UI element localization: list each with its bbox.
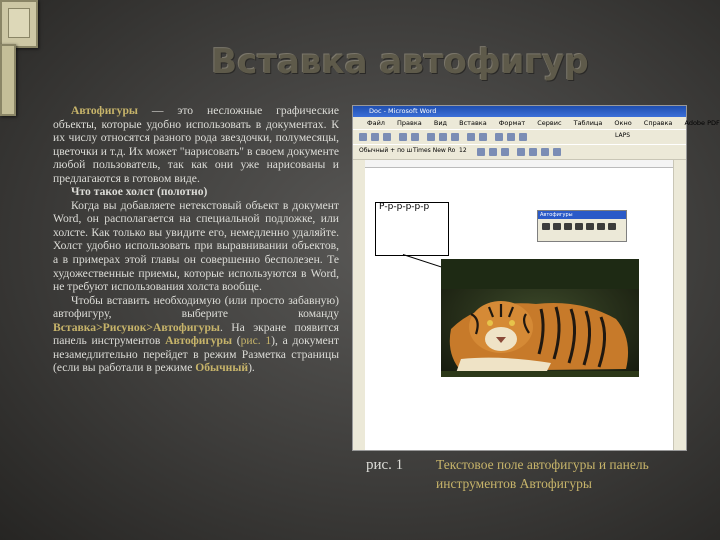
menu-item-adobe-pdf[interactable]: Adobe PDF	[685, 119, 720, 127]
basic-shapes-icon[interactable]	[564, 223, 572, 230]
cut-icon[interactable]	[427, 133, 435, 141]
preview-icon[interactable]	[411, 133, 419, 141]
paragraph-2-heading: Что такое холст (полотно)	[71, 185, 208, 199]
paragraph-4: Чтобы вставить необходимую (или просто з…	[53, 294, 339, 375]
bold-icon[interactable]	[477, 148, 485, 156]
connectors-icon[interactable]	[553, 223, 561, 230]
body-text: Автофигуры — это несложные графические о…	[53, 104, 339, 375]
slide-title: Вставка автофигур	[211, 42, 589, 82]
paste-icon[interactable]	[451, 133, 459, 141]
vertical-ruler[interactable]	[353, 160, 365, 450]
decorative-tab-inner	[8, 8, 30, 38]
redo-icon[interactable]	[479, 133, 487, 141]
italic-icon[interactable]	[489, 148, 497, 156]
stars-icon[interactable]	[597, 223, 605, 230]
decorative-tab-top	[0, 0, 38, 48]
toolbar-name: Автофигуры	[165, 334, 233, 348]
menu-item-insert[interactable]: Вставка	[459, 119, 487, 127]
undo-icon[interactable]	[467, 133, 475, 141]
standard-toolbar: LAPS	[353, 129, 686, 145]
open-icon[interactable]	[371, 133, 379, 141]
table-icon[interactable]	[495, 133, 503, 141]
window-title: Doc - Microsoft Word	[353, 106, 686, 117]
style-box[interactable]: Обычный + по ш	[359, 147, 412, 154]
menu-item-table[interactable]: Таблица	[574, 119, 603, 127]
block-arrows-icon[interactable]	[575, 223, 583, 230]
word-screenshot-figure: Doc - Microsoft Word Файл Правка Вид Вст…	[352, 105, 720, 451]
font-box[interactable]: Times New Ro	[413, 147, 455, 154]
autoshapes-palette[interactable]: Автофигуры	[537, 210, 627, 242]
save-icon[interactable]	[383, 133, 391, 141]
copy-icon[interactable]	[439, 133, 447, 141]
figure-caption-label: рис. 1	[366, 457, 404, 473]
decorative-tab-side	[0, 44, 16, 116]
size-box[interactable]: 12	[459, 147, 467, 154]
paragraph-3: Когда вы добавляете нетекстовый объект в…	[53, 198, 339, 294]
menu-item-format[interactable]: Формат	[499, 119, 525, 127]
menu-path: Вставка>Рисунок>Автофигуры	[53, 320, 220, 334]
menu-bar: Файл Правка Вид Вставка Формат Сервис Та…	[353, 117, 720, 129]
menu-item-edit[interactable]: Правка	[397, 119, 422, 127]
menu-item-view[interactable]: Вид	[434, 119, 447, 127]
palette-title: Автофигуры	[538, 211, 626, 219]
paragraph-4-text-5: ).	[248, 361, 255, 375]
paragraph-1: Автофигуры — это несложные графические о…	[53, 104, 339, 185]
horizontal-ruler[interactable]	[365, 160, 674, 168]
callouts-icon[interactable]	[608, 223, 616, 230]
paragraph-4-text-1: Чтобы вставить необходимую (или просто з…	[53, 293, 339, 321]
menu-item-window[interactable]: Окно	[614, 119, 631, 127]
menu-item-file[interactable]: Файл	[367, 119, 385, 127]
menu-item-tools[interactable]: Сервис	[537, 119, 561, 127]
align-center-icon[interactable]	[529, 148, 537, 156]
document-text: Р-р-р-р-р-р	[379, 202, 430, 212]
paragraph-4-text-3: (	[232, 334, 241, 348]
term-autoshapes: Автофигуры	[71, 104, 138, 117]
justify-icon[interactable]	[553, 148, 561, 156]
underline-icon[interactable]	[501, 148, 509, 156]
align-right-icon[interactable]	[541, 148, 549, 156]
tiger-photo	[441, 259, 639, 377]
font-box-2[interactable]: LAPS	[615, 132, 630, 139]
lines-icon[interactable]	[542, 223, 550, 230]
new-doc-icon[interactable]	[359, 133, 367, 141]
mode-name: Обычный	[195, 361, 249, 375]
print-icon[interactable]	[399, 133, 407, 141]
formatting-toolbar: Обычный + по ш Times New Ro 12	[353, 144, 686, 160]
vertical-scrollbar[interactable]	[673, 160, 686, 450]
figure-caption-text: Текстовое поле автофигуры и панель инстр…	[436, 457, 649, 491]
drawing-icon[interactable]	[519, 133, 527, 141]
align-left-icon[interactable]	[517, 148, 525, 156]
figure-reference: рис. 1	[240, 334, 272, 348]
flowchart-icon[interactable]	[586, 223, 594, 230]
menu-item-help[interactable]: Справка	[644, 119, 673, 127]
columns-icon[interactable]	[507, 133, 515, 141]
